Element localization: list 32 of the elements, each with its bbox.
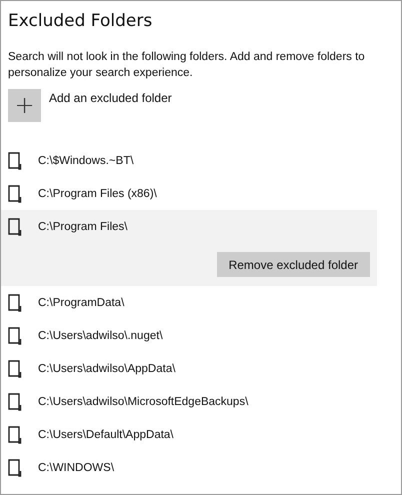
- description-text: Search will not look in the following folders. Add and remove folders to personalize your search experience.: [8, 50, 366, 81]
- folder-path: C:\ProgramData\: [38, 296, 124, 308]
- folder-item[interactable]: C:\Users\adwilso\.nuget\: [1, 319, 377, 352]
- folder-icon: [8, 458, 23, 476]
- folder-icon: [8, 360, 23, 378]
- add-folder-label: Add an excluded folder: [49, 91, 172, 105]
- folder-item[interactable]: C:\Users\adwilso\AppData\: [1, 352, 377, 385]
- folder-item[interactable]: C:\WINDOWS\: [1, 451, 377, 484]
- folder-path: C:\Program Files (x86)\: [38, 188, 157, 200]
- folder-icon: [8, 152, 23, 170]
- folder-icon: [8, 326, 23, 344]
- folder-path: C:\$Windows.~BT\: [38, 154, 134, 166]
- folder-item[interactable]: C:\Program Files\ Remove excluded folder: [1, 210, 377, 286]
- folder-icon: [8, 294, 23, 312]
- folder-path: C:\Users\adwilso\AppData\: [38, 362, 176, 374]
- folder-icon: [8, 392, 23, 410]
- folder-item[interactable]: C:\Users\Default\AppData\: [1, 418, 377, 451]
- folder-path: C:\Users\Default\AppData\: [38, 428, 174, 440]
- remove-folder-button[interactable]: Remove excluded folder: [216, 252, 370, 277]
- folder-item[interactable]: C:\ProgramData\: [1, 286, 377, 319]
- folder-path: C:\Users\adwilso\MicrosoftEdgeBackups\: [38, 396, 248, 408]
- folder-item[interactable]: C:\$Windows.~BT\: [1, 144, 377, 177]
- folder-item[interactable]: C:\Program Files (x86)\: [1, 177, 377, 210]
- folder-icon: [8, 184, 23, 202]
- folder-path: C:\Program Files\: [38, 220, 128, 232]
- page-title: Excluded Folders: [8, 10, 154, 32]
- folder-icon: [8, 426, 23, 444]
- folder-path: C:\WINDOWS\: [38, 462, 114, 474]
- add-folder-button[interactable]: +: [8, 89, 41, 122]
- folder-path: C:\Users\adwilso\.nuget\: [38, 330, 163, 342]
- folder-item[interactable]: C:\Users\adwilso\MicrosoftEdgeBackups\: [1, 385, 377, 418]
- folder-icon: [8, 218, 23, 236]
